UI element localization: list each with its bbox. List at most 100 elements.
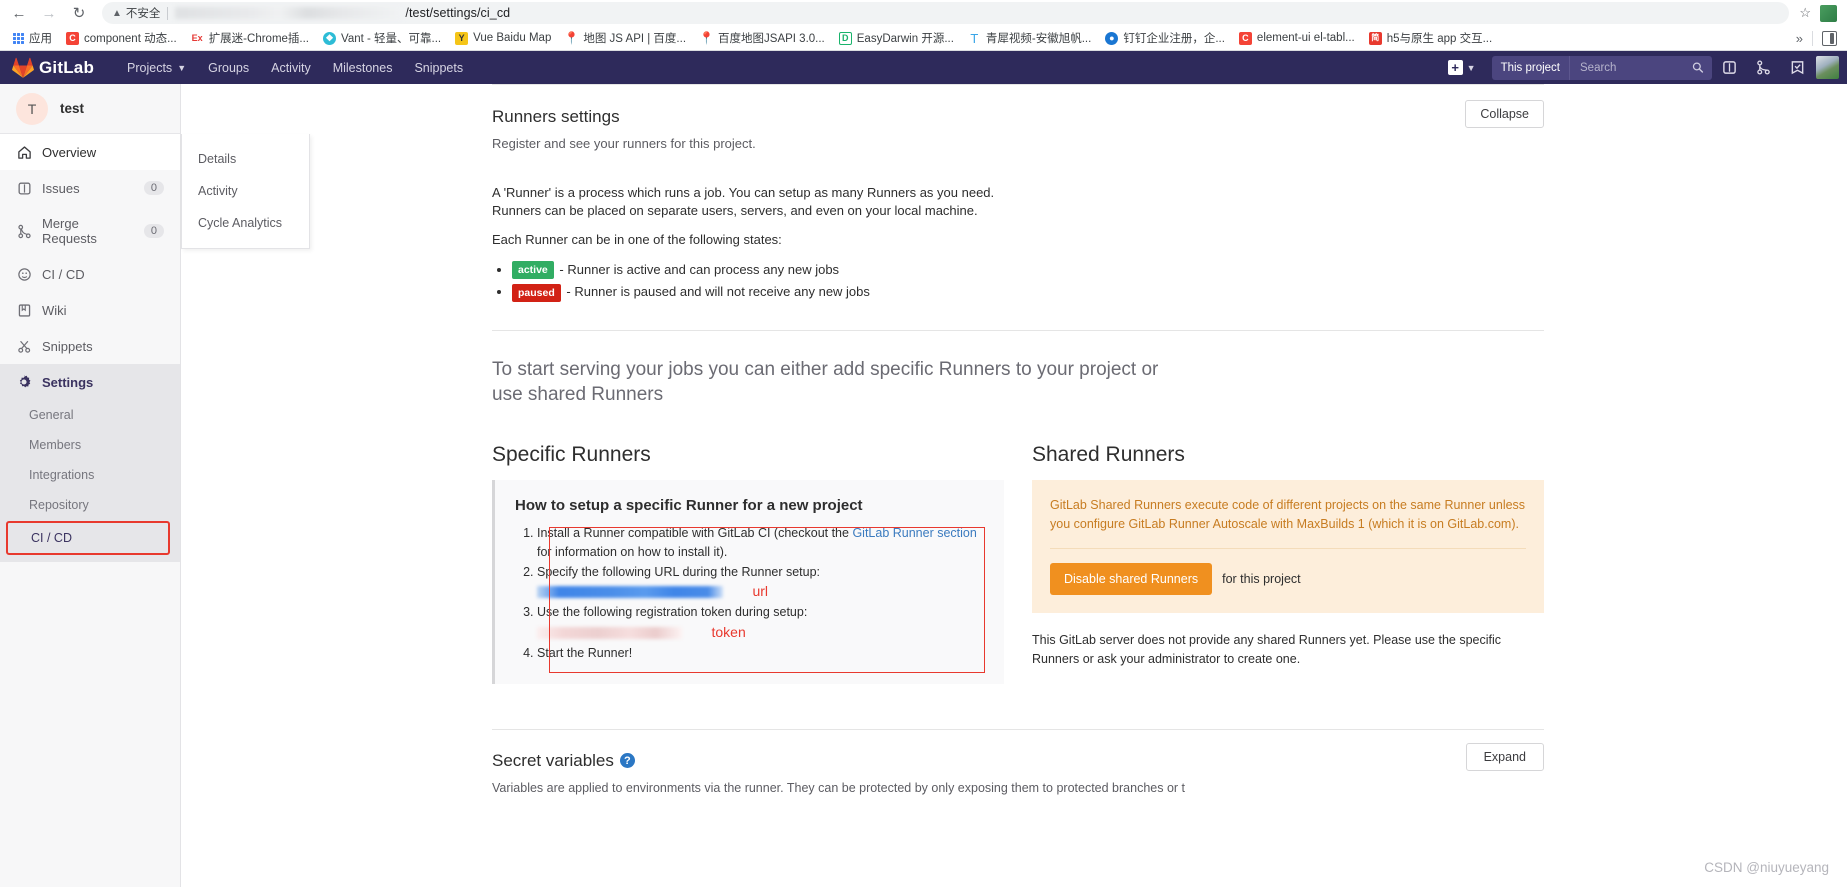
help-circle-icon[interactable]: ? xyxy=(619,753,635,769)
sidebar-item-issues[interactable]: Issues 0 xyxy=(0,170,180,206)
favicon-icon: D xyxy=(838,31,852,45)
gitlab-logo-icon[interactable] xyxy=(10,56,35,80)
sidebar-item-label: Settings xyxy=(42,374,94,390)
bookmark-label: Vant - 轻量、可靠... xyxy=(341,33,442,45)
bookmarks-overflow-icon[interactable]: » xyxy=(1796,31,1803,46)
bookmark-label: 百度地图JSAPI 3.0... xyxy=(718,33,825,45)
shared-runners-title: Shared Runners xyxy=(1032,443,1185,467)
search-field[interactable] xyxy=(1569,55,1712,80)
address-bar[interactable]: ▲ 不安全 /test/settings/ci_cd xyxy=(102,2,1790,24)
specific-runners-callout: How to setup a specific Runner for a new… xyxy=(492,480,1004,684)
runners-description: A 'Runner' is a process which runs a job… xyxy=(492,184,1544,302)
merge-requests-icon[interactable] xyxy=(1746,51,1780,84)
collapse-button[interactable]: Collapse xyxy=(1465,100,1544,128)
gitlab-nav-right: + ▼ This project xyxy=(1440,51,1839,84)
sidebar-item-label: Merge Requests xyxy=(42,216,97,246)
flyout-item-details[interactable]: Details xyxy=(182,134,309,175)
nav-snippets[interactable]: Snippets xyxy=(403,54,474,82)
sidebar-subitem-repository[interactable]: Repository xyxy=(0,490,180,520)
bookmark-item[interactable]: ● 钉钉企业注册，企... xyxy=(1098,28,1232,48)
bookmark-label: 扩展迷-Chrome插... xyxy=(208,33,310,45)
expand-button[interactable]: Expand xyxy=(1465,742,1544,771)
bookmark-label: EasyDarwin 开源... xyxy=(856,33,954,45)
sidebar-item-wiki[interactable]: Wiki xyxy=(0,292,180,328)
bookmark-item[interactable]: T 青犀视频-安徽旭帆... xyxy=(961,28,1098,48)
bookmark-item[interactable]: 📍 百度地图JSAPI 3.0... xyxy=(693,28,832,48)
disable-shared-runners-button[interactable]: Disable shared Runners xyxy=(1050,562,1213,595)
flyout-item-cycle-analytics[interactable]: Cycle Analytics xyxy=(182,207,309,248)
user-avatar[interactable] xyxy=(1816,56,1839,79)
nav-milestones[interactable]: Milestones xyxy=(322,54,404,82)
bookmark-item[interactable]: C component 动态... xyxy=(59,28,184,48)
page-subtitle: Register and see your runners for this p… xyxy=(492,136,756,151)
forward-arrow-icon[interactable]: → xyxy=(36,1,62,25)
gitlab-runner-section-link[interactable]: GitLab Runner section xyxy=(852,526,976,540)
sidebar-item-label: Issues xyxy=(42,180,80,196)
bookmark-label: h5与原生 app 交互... xyxy=(1386,33,1493,45)
state-paused: paused - Runner is paused and will not r… xyxy=(512,283,1544,302)
nav-activity[interactable]: Activity xyxy=(260,54,322,82)
sidebar-subitem-integrations[interactable]: Integrations xyxy=(0,460,180,490)
new-item-button[interactable]: + ▼ xyxy=(1440,56,1484,79)
project-header[interactable]: T test xyxy=(0,84,180,134)
bookmark-label: 钉钉企业注册，企... xyxy=(1123,33,1225,45)
redacted-runner-url xyxy=(537,586,723,599)
nav-projects[interactable]: Projects ▼ xyxy=(116,54,197,82)
search-input[interactable] xyxy=(1578,60,1693,75)
gitlab-top-navbar: GitLab Projects ▼ Groups Activity Milest… xyxy=(0,51,1847,84)
not-secure-label: 不安全 xyxy=(125,8,161,20)
step4-text: Start the Runner! xyxy=(537,646,633,661)
favicon-icon: C xyxy=(1238,31,1252,45)
shared-runners-warning-alert: GitLab Shared Runners execute code of di… xyxy=(1032,480,1544,613)
main-content: Runners settings Register and see your r… xyxy=(181,84,1847,887)
bookmarks-bar: 应用 C component 动态... Ex 扩展迷-Chrome插... ❖… xyxy=(0,26,1847,51)
watermark: CSDN @niuyueyang xyxy=(1704,860,1829,875)
search-icon xyxy=(1693,62,1704,73)
nav-groups[interactable]: Groups xyxy=(197,54,260,82)
sidebar-item-overview[interactable]: Overview xyxy=(0,134,180,170)
bookmark-item[interactable]: C element-ui el-tabl... xyxy=(1232,30,1362,47)
apps-grid-icon xyxy=(13,32,24,44)
secret-variables-section: Secret variables ? Expand xyxy=(492,742,1544,771)
bookmark-apps[interactable]: 应用 xyxy=(6,28,59,48)
divider xyxy=(1812,30,1813,46)
sidebar-item-merge-requests[interactable]: Merge Requests 0 xyxy=(0,206,180,256)
bookmark-item[interactable]: ❖ Vant - 轻量、可靠... xyxy=(316,28,448,48)
sidebar-item-settings[interactable]: Settings xyxy=(0,364,180,400)
nav-label: Activity xyxy=(271,60,311,75)
bookmark-item[interactable]: 📍 地图 JS API | 百度... xyxy=(558,28,693,48)
bookmark-label: element-ui el-tabl... xyxy=(1256,32,1355,44)
bookmark-item[interactable]: Y Vue Baidu Map xyxy=(448,30,558,47)
runners-columns: Specific Runners How to setup a specific… xyxy=(492,443,1544,684)
todos-icon[interactable] xyxy=(1780,51,1814,84)
issues-icon[interactable] xyxy=(1712,51,1746,84)
bookmarks-overflow: » xyxy=(1796,30,1839,46)
bookmark-item[interactable]: 简 h5与原生 app 交互... xyxy=(1362,28,1499,48)
state-active-text: - Runner is active and can process any n… xyxy=(559,261,840,277)
search-scope-button[interactable]: This project xyxy=(1491,55,1569,80)
extension-icon[interactable] xyxy=(1820,4,1837,22)
url-path: /test/settings/ci_cd xyxy=(405,6,511,20)
project-avatar: T xyxy=(16,92,48,125)
search-box: This project xyxy=(1491,55,1712,80)
book-icon xyxy=(16,302,32,318)
sidebar-item-ci-cd[interactable]: CI / CD xyxy=(0,256,180,292)
redacted-url-host xyxy=(175,7,404,19)
setup-step-2: Specify the following URL during the Run… xyxy=(537,563,984,603)
sidebar-subitem-ci-cd[interactable]: CI / CD xyxy=(6,521,170,555)
back-arrow-icon[interactable]: ← xyxy=(6,1,32,25)
reload-icon[interactable]: ↻ xyxy=(66,1,92,25)
gear-icon xyxy=(16,374,32,390)
bookmark-star-icon[interactable]: ☆ xyxy=(1799,5,1811,21)
sidebar-item-label: Overview xyxy=(42,144,97,160)
sidebar-item-snippets[interactable]: Snippets xyxy=(0,328,180,364)
sidebar-subitem-general[interactable]: General xyxy=(0,400,180,430)
bookmark-item[interactable]: Ex 扩展迷-Chrome插... xyxy=(184,28,316,48)
setup-step-4: Start the Runner! xyxy=(537,644,984,663)
bookmark-item[interactable]: D EasyDarwin 开源... xyxy=(832,28,961,48)
flyout-item-activity[interactable]: Activity xyxy=(182,175,309,207)
side-panel-icon[interactable] xyxy=(1822,30,1837,46)
favicon-icon: ❖ xyxy=(323,31,337,45)
sidebar-subitem-members[interactable]: Members xyxy=(0,430,180,460)
omnibox-divider xyxy=(167,6,169,20)
